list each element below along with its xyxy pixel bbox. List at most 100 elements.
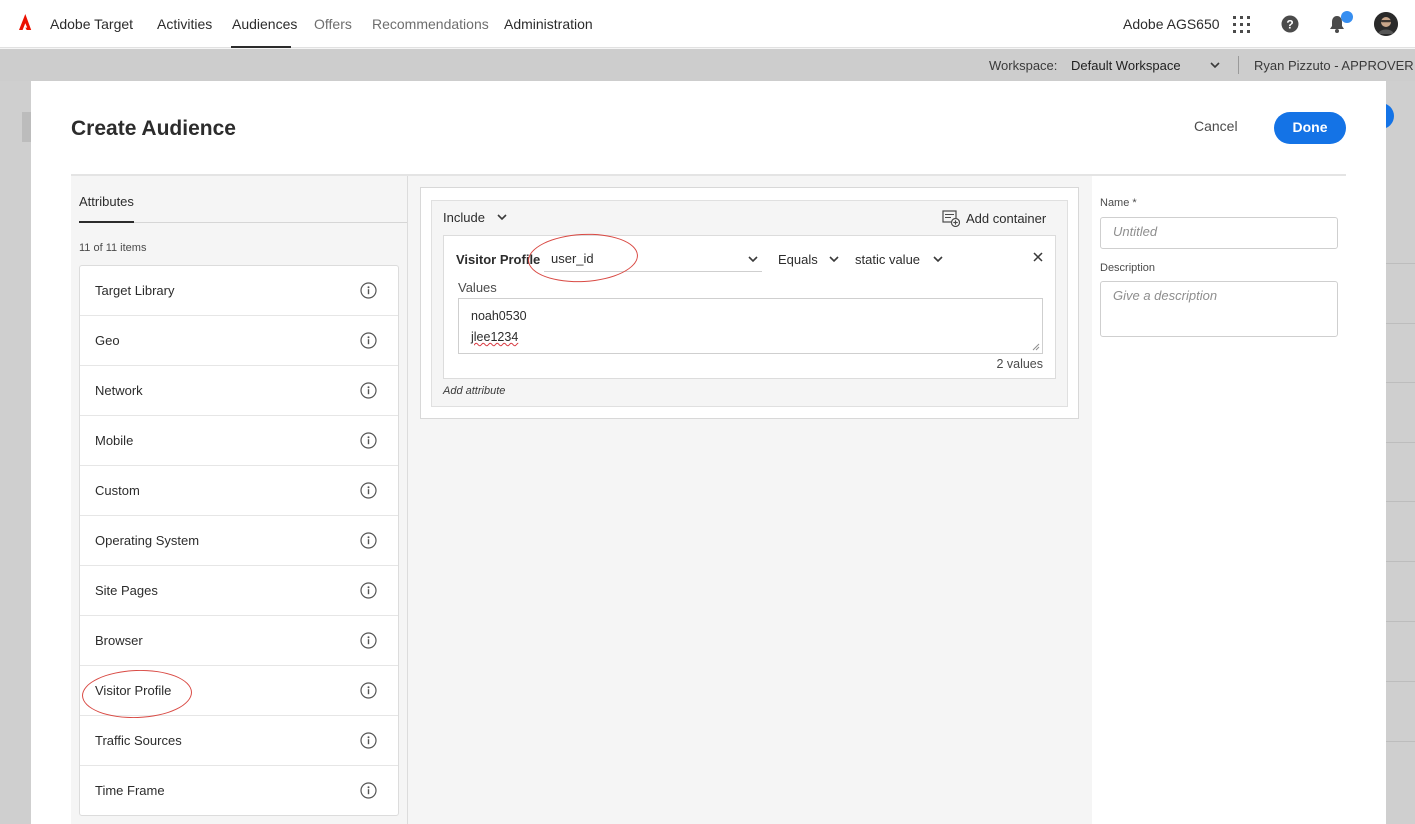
attribute-label: Operating System bbox=[95, 533, 200, 548]
attribute-custom[interactable]: Custom bbox=[80, 466, 398, 516]
name-field[interactable]: Untitled bbox=[1100, 217, 1338, 249]
attribute-label: Site Pages bbox=[95, 583, 158, 598]
top-navigation: Adobe Target Activities Audiences Offers… bbox=[0, 0, 1415, 48]
chevron-down-icon[interactable] bbox=[496, 211, 508, 223]
info-icon[interactable] bbox=[360, 732, 377, 749]
adobe-logo-icon[interactable] bbox=[19, 14, 36, 30]
attribute-network[interactable]: Network bbox=[80, 366, 398, 416]
items-count: 11 of 11 items bbox=[79, 242, 147, 254]
profile-field-select[interactable]: user_id bbox=[551, 251, 594, 266]
background-tab bbox=[22, 112, 31, 142]
chevron-down-icon[interactable] bbox=[747, 253, 759, 265]
value-type-select[interactable]: static value bbox=[855, 252, 920, 267]
create-audience-modal: Create Audience Cancel Done Attributes 1… bbox=[31, 81, 1386, 824]
user-avatar-icon bbox=[1374, 12, 1398, 36]
notification-badge bbox=[1341, 11, 1353, 23]
attribute-label: Visitor Profile bbox=[95, 683, 172, 698]
cancel-button[interactable]: Cancel bbox=[1194, 118, 1238, 134]
rule-builder-panel: Include Add container Visitor Profile us… bbox=[407, 176, 1093, 824]
divider bbox=[1386, 442, 1415, 443]
attribute-traffic-sources[interactable]: Traffic Sources bbox=[80, 716, 398, 766]
values-textarea[interactable]: noah0530 jlee1234 bbox=[458, 298, 1043, 354]
divider bbox=[544, 271, 762, 272]
description-field[interactable]: Give a description bbox=[1100, 281, 1338, 337]
values-label: Values bbox=[458, 280, 497, 295]
workspace-label: Workspace: bbox=[989, 58, 1058, 73]
info-icon[interactable] bbox=[360, 482, 377, 499]
user-avatar[interactable] bbox=[1374, 12, 1398, 36]
help-icon[interactable]: ? bbox=[1281, 15, 1299, 33]
attribute-time-frame[interactable]: Time Frame bbox=[80, 766, 398, 815]
values-count: 2 values bbox=[996, 357, 1043, 371]
divider bbox=[1386, 323, 1415, 324]
attribute-label: Geo bbox=[95, 333, 120, 348]
nav-audiences[interactable]: Audiences bbox=[232, 16, 297, 32]
attribute-site-pages[interactable]: Site Pages bbox=[80, 566, 398, 616]
rule-row: Visitor Profile user_id Equals static va… bbox=[443, 235, 1056, 379]
attribute-label: Custom bbox=[95, 483, 140, 498]
info-icon[interactable] bbox=[360, 782, 377, 799]
add-attribute-link[interactable]: Add attribute bbox=[443, 385, 505, 397]
divider bbox=[1386, 263, 1415, 264]
name-label: Name * bbox=[1100, 197, 1137, 209]
svg-text:?: ? bbox=[1286, 18, 1293, 32]
workspace-bar: Workspace: Default Workspace Ryan Pizzut… bbox=[0, 49, 1415, 81]
app-name[interactable]: Adobe Target bbox=[50, 16, 133, 32]
attribute-geo[interactable]: Geo bbox=[80, 316, 398, 366]
rule-attribute-name: Visitor Profile bbox=[456, 252, 541, 267]
add-container-icon[interactable] bbox=[942, 209, 960, 227]
nav-recommendations[interactable]: Recommendations bbox=[372, 16, 489, 32]
divider bbox=[1386, 681, 1415, 682]
info-icon[interactable] bbox=[360, 332, 377, 349]
app-switcher-icon[interactable] bbox=[1233, 16, 1250, 33]
done-button[interactable]: Done bbox=[1274, 112, 1346, 144]
attributes-list: Target Library Geo Network Mobile Custom… bbox=[79, 265, 399, 816]
active-tab-indicator bbox=[79, 221, 134, 223]
modal-title: Create Audience bbox=[71, 117, 236, 140]
attributes-panel: Attributes 11 of 11 items Target Library… bbox=[71, 176, 407, 824]
divider bbox=[1386, 501, 1415, 502]
rule-container: Include Add container Visitor Profile us… bbox=[431, 200, 1068, 407]
attribute-mobile[interactable]: Mobile bbox=[80, 416, 398, 466]
attribute-browser[interactable]: Browser bbox=[80, 616, 398, 666]
divider bbox=[1386, 621, 1415, 622]
attribute-target-library[interactable]: Target Library bbox=[80, 266, 398, 316]
divider bbox=[1386, 382, 1415, 383]
org-switcher[interactable]: Adobe AGS650 bbox=[1123, 16, 1220, 32]
attribute-visitor-profile[interactable]: Visitor Profile bbox=[80, 666, 398, 716]
attribute-operating-system[interactable]: Operating System bbox=[80, 516, 398, 566]
active-tab-indicator bbox=[231, 46, 291, 48]
nav-administration[interactable]: Administration bbox=[504, 16, 593, 32]
user-role: Ryan Pizzuto - APPROVER bbox=[1254, 58, 1414, 73]
nav-offers[interactable]: Offers bbox=[314, 16, 352, 32]
attribute-label: Network bbox=[95, 383, 143, 398]
divider bbox=[1238, 56, 1239, 74]
workspace-selector[interactable]: Default Workspace bbox=[1071, 58, 1181, 73]
audience-rule-card: Include Add container Visitor Profile us… bbox=[420, 187, 1079, 419]
attribute-label: Traffic Sources bbox=[95, 733, 182, 748]
info-icon[interactable] bbox=[360, 632, 377, 649]
info-icon[interactable] bbox=[360, 532, 377, 549]
attribute-label: Browser bbox=[95, 633, 143, 648]
info-icon[interactable] bbox=[360, 382, 377, 399]
close-icon[interactable] bbox=[1033, 252, 1043, 262]
info-icon[interactable] bbox=[360, 282, 377, 299]
add-container-button[interactable]: Add container bbox=[966, 211, 1046, 226]
chevron-down-icon[interactable] bbox=[1209, 59, 1221, 71]
info-icon[interactable] bbox=[360, 682, 377, 699]
value-entry: noah0530 bbox=[471, 309, 527, 323]
resize-handle-icon[interactable] bbox=[1032, 343, 1040, 351]
info-icon[interactable] bbox=[360, 582, 377, 599]
include-dropdown[interactable]: Include bbox=[443, 210, 485, 225]
attribute-label: Target Library bbox=[95, 283, 175, 298]
chevron-down-icon[interactable] bbox=[828, 253, 840, 265]
operator-select[interactable]: Equals bbox=[778, 252, 818, 267]
tab-attributes[interactable]: Attributes bbox=[79, 194, 134, 209]
chevron-down-icon[interactable] bbox=[932, 253, 944, 265]
divider bbox=[1386, 561, 1415, 562]
info-icon[interactable] bbox=[360, 432, 377, 449]
value-entry: jlee1234 bbox=[471, 330, 519, 344]
description-label: Description bbox=[1100, 262, 1156, 274]
attribute-label: Time Frame bbox=[95, 783, 165, 798]
nav-activities[interactable]: Activities bbox=[157, 16, 212, 32]
